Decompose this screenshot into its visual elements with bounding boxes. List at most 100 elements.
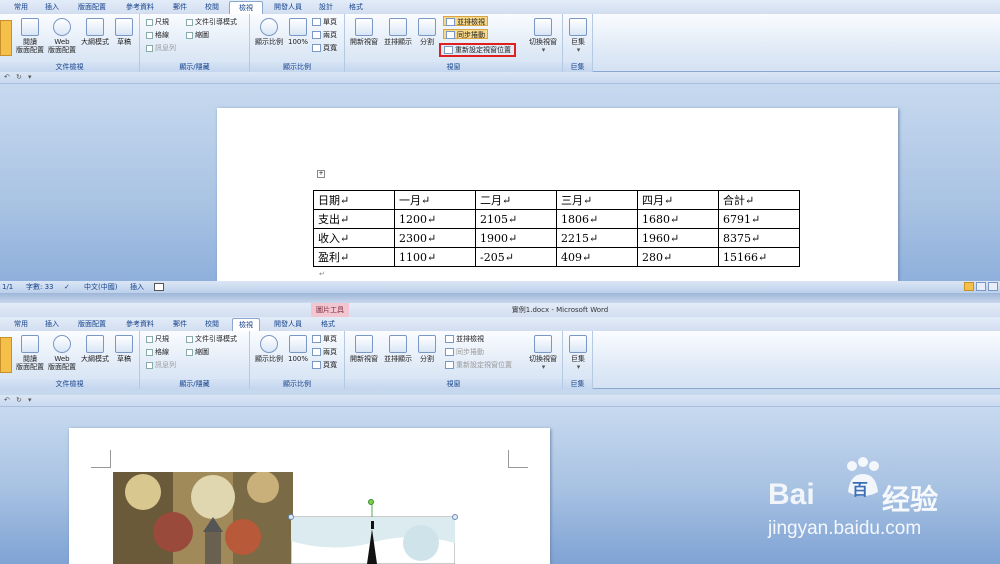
reading-layout-button[interactable]: 閱讀 版面配置	[14, 18, 46, 54]
rotate-handle[interactable]	[368, 499, 374, 505]
tab-layout[interactable]: 版面配置	[72, 318, 112, 331]
switch-windows-button[interactable]: 切換視窗 ▾	[525, 18, 561, 54]
table-cell[interactable]: 一月↵	[394, 190, 476, 210]
sync-scroll-button[interactable]: 同步捲動	[443, 29, 488, 39]
tab-layout[interactable]: 版面配置	[72, 1, 112, 14]
table-cell[interactable]: 15166↵	[718, 247, 800, 267]
doc-map-checkbox[interactable]: 文件引導模式	[186, 17, 237, 27]
tab-format[interactable]: 格式	[316, 318, 340, 331]
redo-icon[interactable]: ↻	[16, 73, 22, 81]
table-cell[interactable]: 盈利↵	[313, 247, 395, 267]
page-width-button[interactable]: 頁寬	[312, 360, 337, 370]
view-side-by-side-button[interactable]: 並排檢視	[445, 334, 484, 344]
tab-review[interactable]: 校閱	[200, 1, 224, 14]
arrange-all-button[interactable]: 並排顯示	[381, 335, 415, 363]
new-window-button[interactable]: 開新視窗	[347, 335, 381, 363]
web-layout-button[interactable]: Web 版面配置	[46, 18, 78, 54]
zoom-100-button[interactable]: 100%	[286, 18, 310, 46]
web-layout-button[interactable]: Web 版面配置	[46, 335, 78, 371]
print-layout-button[interactable]	[0, 337, 12, 373]
table-cell[interactable]: 合計↵	[718, 190, 800, 210]
table-cell[interactable]: 2215↵	[556, 228, 638, 248]
undo-icon[interactable]: ↶	[4, 73, 10, 81]
reading-layout-button[interactable]: 閱讀 版面配置	[14, 335, 46, 371]
page-count[interactable]: 1/1	[2, 281, 13, 293]
doc-map-checkbox[interactable]: 文件引導模式	[186, 334, 237, 344]
resize-handle[interactable]	[288, 514, 294, 520]
one-page-button[interactable]: 單頁	[312, 334, 337, 344]
tab-insert[interactable]: 插入	[40, 1, 64, 14]
language-status[interactable]: 中文(中國)	[84, 281, 117, 293]
split-button[interactable]: 分割	[415, 18, 439, 46]
tab-developer[interactable]: 開發人員	[268, 318, 308, 331]
table-cell[interactable]: 8375↵	[718, 228, 800, 248]
table-cell[interactable]: 2300↵	[394, 228, 476, 248]
tab-view[interactable]: 檢視	[232, 318, 260, 331]
resize-handle[interactable]	[452, 514, 458, 520]
proofing-icon[interactable]: ✓	[64, 281, 70, 293]
tab-home[interactable]: 常用	[8, 318, 34, 331]
table-cell[interactable]: 支出↵	[313, 209, 395, 229]
macro-record-icon[interactable]	[154, 283, 164, 291]
zoom-100-button[interactable]: 100%	[286, 335, 310, 363]
customize-icon[interactable]: ▾	[28, 73, 32, 81]
reading-view-icon[interactable]	[976, 282, 986, 291]
table-move-handle-icon[interactable]: +	[317, 170, 325, 178]
table-cell[interactable]: 2105↵	[475, 209, 557, 229]
zoom-button[interactable]: 顯示比例	[252, 335, 286, 363]
forest-picture[interactable]	[113, 472, 293, 564]
gridlines-checkbox[interactable]: 格線	[146, 347, 169, 357]
tab-design[interactable]: 設計	[314, 1, 338, 14]
redo-icon[interactable]: ↻	[16, 396, 22, 404]
table-cell[interactable]: 三月↵	[556, 190, 638, 210]
split-button[interactable]: 分割	[415, 335, 439, 363]
zoom-button[interactable]: 顯示比例	[252, 18, 286, 46]
table-cell[interactable]: 1680↵	[637, 209, 719, 229]
thumbnails-checkbox[interactable]: 縮圖	[186, 30, 209, 40]
tab-developer[interactable]: 開發人員	[268, 1, 308, 14]
tab-mailings[interactable]: 郵件	[168, 318, 192, 331]
outline-button[interactable]: 大綱模式	[80, 18, 110, 46]
reset-window-position-button[interactable]: 重新設定視窗位置	[439, 43, 516, 57]
tab-view[interactable]: 檢視	[229, 1, 263, 14]
table-cell[interactable]: 1960↵	[637, 228, 719, 248]
two-pages-button[interactable]: 兩頁	[312, 347, 337, 357]
table-cell[interactable]: 收入↵	[313, 228, 395, 248]
gridlines-checkbox[interactable]: 格線	[146, 30, 169, 40]
table-cell[interactable]: 1100↵	[394, 247, 476, 267]
table-cell[interactable]: 6791↵	[718, 209, 800, 229]
two-pages-button[interactable]: 兩頁	[312, 30, 337, 40]
web-view-icon[interactable]	[988, 282, 998, 291]
new-window-button[interactable]: 開新視窗	[347, 18, 381, 46]
table-cell[interactable]: 1806↵	[556, 209, 638, 229]
reset-window-position-button[interactable]: 重新設定視窗位置	[445, 360, 512, 370]
table-cell[interactable]: 1200↵	[394, 209, 476, 229]
customize-icon[interactable]: ▾	[28, 396, 32, 404]
switch-windows-button[interactable]: 切換視窗 ▾	[525, 335, 561, 371]
undo-icon[interactable]: ↶	[4, 396, 10, 404]
view-side-by-side-button[interactable]: 並排檢視	[443, 16, 488, 26]
tab-references[interactable]: 參考資料	[120, 1, 160, 14]
table-cell[interactable]: 1900↵	[475, 228, 557, 248]
sync-scroll-button[interactable]: 同步捲動	[445, 347, 484, 357]
page-width-button[interactable]: 頁寬	[312, 43, 337, 53]
word-count[interactable]: 字數: 33	[26, 281, 54, 293]
ruler-checkbox[interactable]: 尺規	[146, 17, 169, 27]
table-cell[interactable]: 409↵	[556, 247, 638, 267]
table-cell[interactable]: -205↵	[475, 247, 557, 267]
draft-button[interactable]: 草稿	[112, 335, 136, 363]
tab-insert[interactable]: 插入	[40, 318, 64, 331]
table-cell[interactable]: 四月↵	[637, 190, 719, 210]
draft-button[interactable]: 草稿	[112, 18, 136, 46]
tower-picture[interactable]	[291, 503, 455, 564]
insert-mode[interactable]: 插入	[130, 281, 144, 293]
arrange-all-button[interactable]: 並排顯示	[381, 18, 415, 46]
one-page-button[interactable]: 單頁	[312, 17, 337, 27]
tab-format[interactable]: 格式	[344, 1, 368, 14]
message-bar-checkbox[interactable]: 訊息列	[146, 43, 176, 53]
tab-home[interactable]: 常用	[8, 1, 34, 14]
tab-review[interactable]: 校閱	[200, 318, 224, 331]
message-bar-checkbox[interactable]: 訊息列	[146, 360, 176, 370]
table-cell[interactable]: 日期↵	[313, 190, 395, 210]
outline-button[interactable]: 大綱模式	[80, 335, 110, 363]
